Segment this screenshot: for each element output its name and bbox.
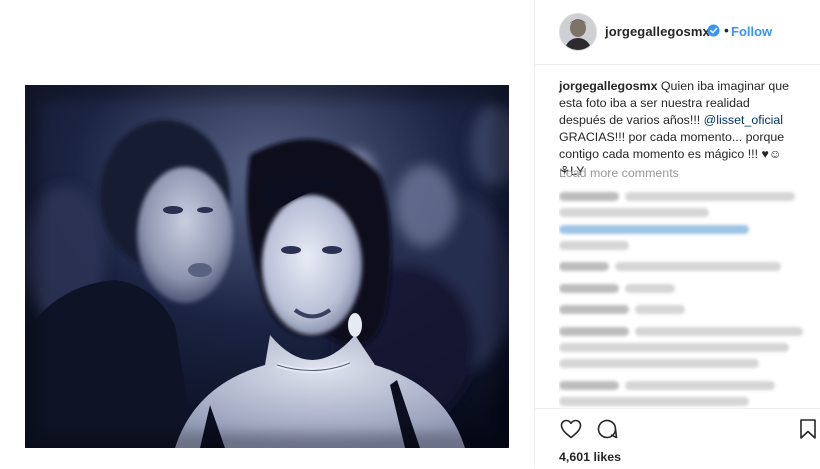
media-pane bbox=[0, 0, 534, 468]
follow-button[interactable]: Follow bbox=[731, 24, 772, 39]
blurred-comment-line bbox=[559, 241, 629, 250]
heart-icon bbox=[560, 419, 582, 439]
like-button[interactable] bbox=[559, 417, 583, 446]
bookmark-icon bbox=[800, 419, 816, 439]
header-username[interactable]: jorgegallegosmx bbox=[605, 24, 710, 39]
blurred-comment-line bbox=[559, 343, 789, 352]
blurred-comment-line bbox=[559, 359, 759, 368]
avatar[interactable] bbox=[559, 13, 597, 51]
post-caption: jorgegallegosmx Quien iba imaginar que e… bbox=[559, 78, 799, 180]
blurred-comment-line bbox=[559, 225, 749, 234]
verified-badge-icon bbox=[707, 24, 720, 37]
blurred-comment-line bbox=[559, 397, 749, 406]
likes-count[interactable]: 4,601 likes bbox=[559, 450, 621, 464]
post-header: jorgegallegosmx • Follow bbox=[535, 0, 820, 65]
comments-list bbox=[559, 188, 820, 410]
caption-username[interactable]: jorgegallegosmx bbox=[559, 79, 657, 93]
save-button[interactable] bbox=[797, 417, 819, 446]
speech-bubble-icon bbox=[597, 419, 618, 439]
profile-picture bbox=[560, 14, 596, 50]
blurred-comment-line bbox=[635, 305, 685, 314]
caption-mention-link[interactable]: @lisset_oficial bbox=[704, 113, 783, 127]
blurred-comment-line bbox=[559, 192, 619, 201]
comment-button[interactable] bbox=[595, 417, 619, 446]
couple-photo bbox=[25, 85, 509, 448]
blurred-comment-line bbox=[625, 381, 775, 390]
post-photo[interactable] bbox=[25, 85, 509, 448]
blurred-comment-line bbox=[559, 284, 619, 293]
load-more-comments-link[interactable]: Load more comments bbox=[559, 166, 679, 180]
action-bar: 4,601 likes bbox=[535, 408, 820, 469]
blurred-comment-line bbox=[615, 262, 781, 271]
blurred-comment-line bbox=[559, 381, 619, 390]
blurred-comment-line bbox=[559, 208, 709, 217]
separator-dot: • bbox=[724, 22, 729, 38]
details-pane: jorgegallegosmx • Follow jorgegallegosmx… bbox=[534, 0, 820, 468]
blurred-comment-line bbox=[559, 327, 629, 336]
blurred-comment-line bbox=[635, 327, 803, 336]
blurred-comment-line bbox=[625, 284, 675, 293]
blurred-comment-line bbox=[625, 192, 795, 201]
blurred-comment-line bbox=[559, 305, 629, 314]
blurred-comment-line bbox=[559, 262, 609, 271]
